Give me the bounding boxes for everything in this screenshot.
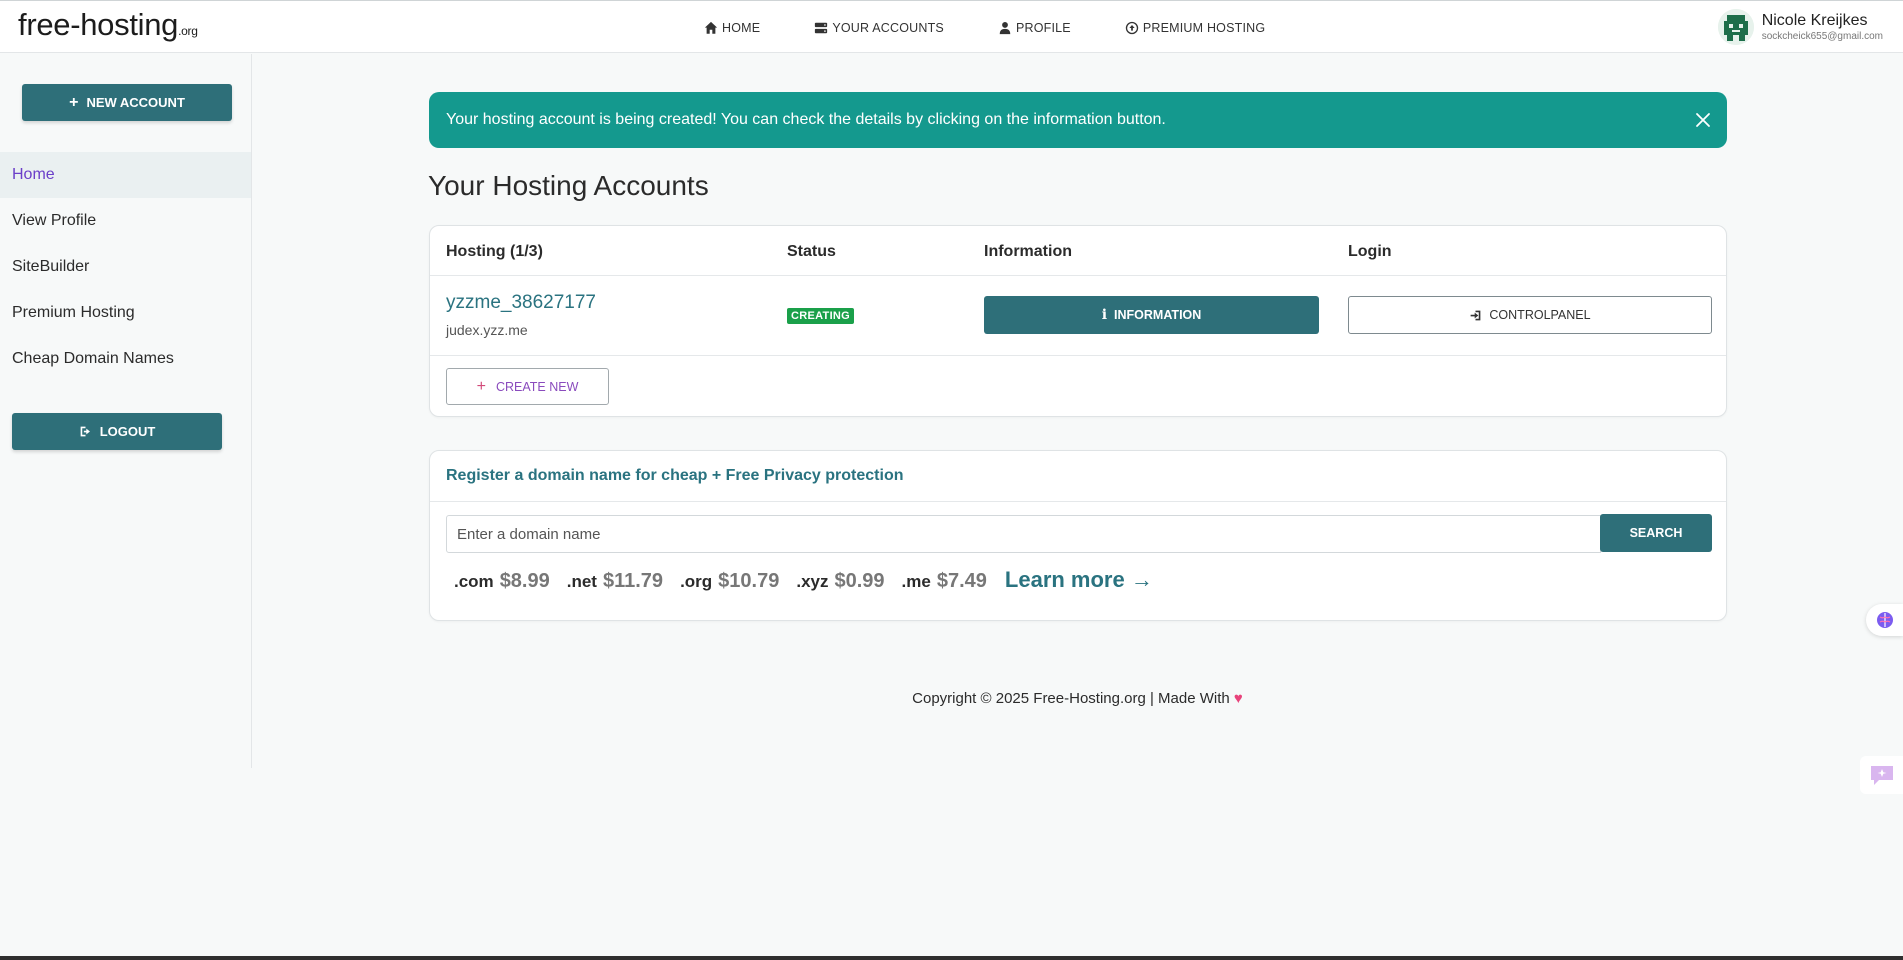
alert-message: Your hosting account is being created! Y… [446, 111, 1166, 128]
sidebar-item-sitebuilder[interactable]: SiteBuilder [0, 244, 251, 290]
column-header-information: Information [984, 243, 1072, 260]
nav-home-label: HOME [722, 21, 761, 35]
price-item: .org $10.79 [680, 570, 779, 593]
new-account-label: NEW ACCOUNT [86, 95, 185, 110]
close-icon[interactable] [1693, 110, 1713, 130]
price-item: .xyz $0.99 [796, 570, 884, 593]
tld-price: $7.49 [936, 570, 987, 592]
search-button[interactable]: SEARCH [1600, 514, 1712, 552]
success-alert: Your hosting account is being created! Y… [429, 92, 1727, 148]
nav-premium-hosting-label: PREMIUM HOSTING [1142, 21, 1266, 35]
status-badge: CREATING [787, 308, 855, 324]
plus-icon: + [476, 377, 486, 395]
server-icon [815, 22, 828, 34]
nav-profile[interactable]: PROFILE [998, 21, 1071, 35]
tld-name: .xyz [796, 572, 829, 591]
arrow-circle-icon [1125, 21, 1139, 35]
logo-text: free-hosting [18, 7, 179, 42]
window-bottom-border [0, 956, 1903, 960]
copyright-text: Copyright © 2025 Free-Hosting.org | Made… [912, 690, 1230, 707]
price-item: .com $8.99 [454, 570, 550, 593]
column-header-hosting: Hosting (1/3) [446, 243, 543, 260]
domain-prices: .com $8.99 .net $11.79 .org $10.79 .xyz … [454, 567, 1153, 593]
sidebar-item-home[interactable]: Home [0, 152, 251, 198]
new-account-button[interactable]: + NEW ACCOUNT [22, 84, 232, 121]
avatar-icon [1717, 9, 1754, 45]
tld-name: .org [680, 572, 713, 591]
user-icon [999, 22, 1011, 35]
domain-search-input[interactable] [446, 515, 1601, 553]
nav-home[interactable]: HOME [704, 21, 760, 35]
ai-assistant-widget[interactable] [1866, 604, 1903, 636]
tld-price: $11.79 [602, 570, 664, 592]
price-item: .me $7.49 [902, 570, 987, 593]
create-new-label: CREATE NEW [495, 379, 579, 394]
nav-premium-hosting[interactable]: PREMIUM HOSTING [1125, 21, 1265, 35]
footer: Copyright © 2025 Free-Hosting.org | Made… [0, 690, 1903, 707]
information-button-label: INFORMATION [1114, 308, 1202, 322]
user-email: sockcheick655@gmail.com [1761, 31, 1883, 42]
logout-label: LOGOUT [99, 424, 156, 439]
hosting-accounts-table: Hosting (1/3) Status Information Login y… [429, 225, 1727, 417]
divider [430, 501, 1726, 502]
sign-out-icon [80, 426, 90, 437]
nav-your-accounts-label: YOUR ACCOUNTS [832, 21, 944, 35]
sidebar-item-view-profile[interactable]: View Profile [0, 198, 251, 244]
account-domain: judex.yzz.me [446, 322, 528, 338]
chat-widget[interactable] [1860, 756, 1903, 794]
avatar [1717, 9, 1754, 45]
user-menu[interactable]: Nicole Kreijkes sockcheick655@gmail.com [1717, 9, 1883, 45]
main-nav: HOME YOUR ACCOUNTS PROFILE PREMIUM HOSTI… [704, 21, 1265, 35]
column-header-status: Status [787, 243, 836, 260]
sidebar: + NEW ACCOUNT Home View Profile SiteBuil… [0, 54, 252, 768]
plus-icon: + [69, 93, 79, 111]
home-icon [704, 21, 718, 34]
sign-in-icon [1471, 310, 1481, 320]
sidebar-item-cheap-domain-names[interactable]: Cheap Domain Names [0, 336, 251, 382]
user-name: Nicole Kreijkes [1761, 12, 1868, 29]
divider [430, 275, 1726, 276]
create-new-button[interactable]: + CREATE NEW [446, 368, 609, 405]
tld-price: $10.79 [718, 570, 780, 592]
tld-name: .net [566, 572, 597, 591]
column-header-login: Login [1348, 243, 1392, 260]
sidebar-menu: Home View Profile SiteBuilder Premium Ho… [0, 152, 251, 382]
tld-price: $0.99 [834, 570, 885, 592]
divider [430, 355, 1726, 356]
logout-button[interactable]: LOGOUT [12, 413, 222, 450]
nav-profile-label: PROFILE [1015, 21, 1071, 35]
account-username-link[interactable]: yzzme_38627177 [446, 292, 596, 314]
heart-icon: ♥ [1233, 690, 1243, 707]
chat-sparkle-icon [1870, 766, 1893, 785]
logo-tld: .org [178, 24, 198, 38]
brain-icon [1876, 612, 1893, 628]
controlpanel-button[interactable]: CONTROLPANEL [1348, 296, 1712, 334]
top-navbar: free-hosting.org HOME YOUR ACCOUNTS PROF… [0, 0, 1903, 53]
learn-more-link[interactable]: Learn more → [1005, 567, 1153, 593]
site-logo[interactable]: free-hosting.org [18, 7, 198, 43]
domain-register-card: Register a domain name for cheap + Free … [429, 450, 1727, 621]
tld-name: .com [454, 572, 494, 591]
page-title: Your Hosting Accounts [428, 170, 709, 201]
information-button[interactable]: i INFORMATION [984, 296, 1319, 334]
price-item: .net $11.79 [567, 570, 663, 593]
nav-your-accounts[interactable]: YOUR ACCOUNTS [814, 21, 944, 35]
tld-price: $8.99 [499, 570, 550, 592]
tld-name: .me [901, 572, 931, 591]
sidebar-item-premium-hosting[interactable]: Premium Hosting [0, 290, 251, 336]
controlpanel-button-label: CONTROLPANEL [1489, 308, 1591, 322]
domain-card-title: Register a domain name for cheap + Free … [446, 467, 904, 484]
info-icon: i [1101, 307, 1108, 323]
